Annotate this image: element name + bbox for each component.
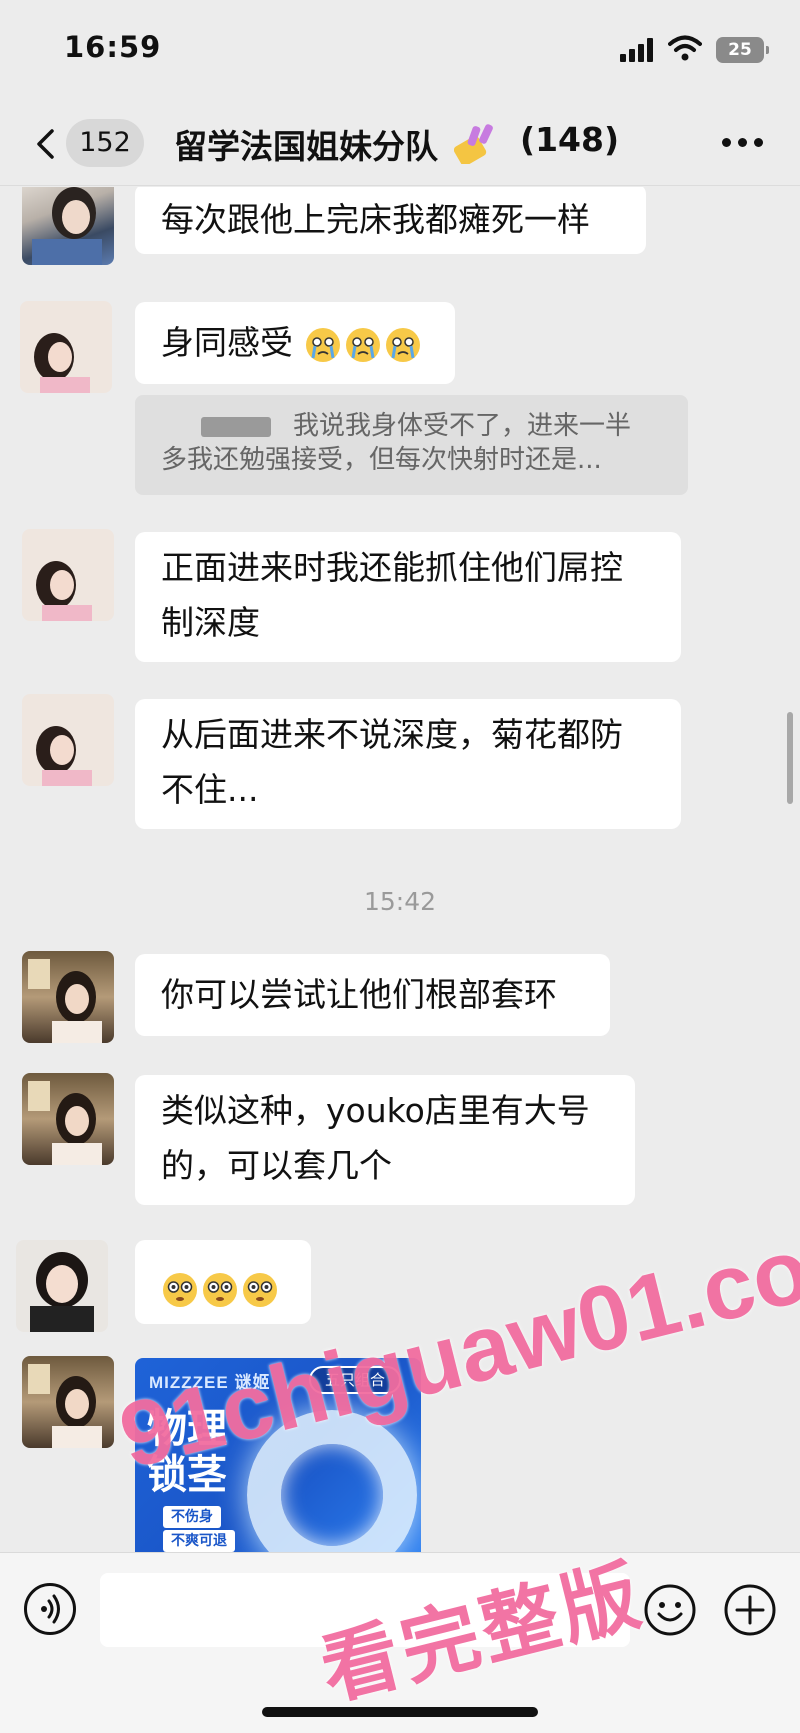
avatar[interactable] [22, 529, 114, 621]
message-text-line-2: 不住... [161, 770, 259, 809]
message-bubble[interactable]: 正面进来时我还能抓住他们屌控 制深度 [135, 532, 681, 662]
message-text-line-2: 制深度 [161, 603, 260, 642]
message-bubble[interactable] [135, 1240, 311, 1324]
product-tag: 不伤身 [163, 1506, 221, 1528]
quoted-message[interactable]: 我说我身体受不了，进来一半 多我还勉强接受，但每次快射时还是... [135, 395, 688, 495]
quote-line-1: 我说我身体受不了，进来一半 [293, 411, 632, 441]
voice-input-icon[interactable] [24, 1583, 76, 1635]
wifi-icon [668, 35, 702, 61]
chat-screen: 16:59 25 152 留学法国姐妹分队 (148) 每次跟他上完床我都瘫死一… [0, 0, 800, 1733]
avatar[interactable] [22, 1356, 114, 1448]
cellular-signal-icon [620, 38, 656, 62]
crying-face-icon [305, 327, 340, 362]
message-text: 你可以尝试让他们根部套环 [161, 975, 557, 1014]
avatar[interactable] [22, 187, 114, 265]
avatar[interactable] [22, 694, 114, 786]
product-tag: 不爽可退 [163, 1530, 235, 1552]
avatar[interactable] [16, 1240, 108, 1332]
message-bubble[interactable]: 你可以尝试让他们根部套环 [135, 954, 610, 1036]
avatar[interactable] [20, 301, 112, 393]
flushed-face-icon [203, 1272, 237, 1307]
message-text-line-1: 从后面进来不说深度，菊花都防 [161, 715, 623, 754]
plus-icon[interactable] [723, 1583, 777, 1637]
message-bubble[interactable]: 从后面进来不说深度，菊花都防 不住... [135, 699, 681, 829]
nav-bar: 152 留学法国姐妹分队 (148) [0, 100, 800, 186]
message-bubble[interactable]: 类似这种，youko店里有大号 的，可以套几个 [135, 1075, 635, 1205]
status-time: 16:59 [64, 30, 162, 64]
message-text-line-2: 的，可以套几个 [161, 1146, 392, 1185]
message-text-line-1: 正面进来时我还能抓住他们屌控 [161, 548, 623, 587]
redacted-name [201, 416, 271, 437]
home-indicator [262, 1707, 538, 1717]
crying-face-icon [385, 327, 420, 362]
flushed-face-icon [163, 1272, 197, 1307]
nail-polish-icon [454, 124, 493, 164]
flushed-face-icon [243, 1272, 277, 1307]
crying-face-icon [345, 327, 380, 362]
message-bubble[interactable]: 每次跟他上完床我都瘫死一样 [135, 187, 646, 254]
status-bar: 16:59 25 [0, 0, 800, 100]
message-text-line-1: 类似这种，youko店里有大号 [161, 1091, 590, 1130]
emoji-icon[interactable] [643, 1583, 697, 1637]
message-bubble[interactable]: 身同感受 [135, 302, 455, 384]
more-options-icon[interactable] [722, 138, 764, 148]
member-count: (148) [520, 120, 620, 159]
timestamp: 15:42 [363, 887, 437, 916]
message-text: 每次跟他上完床我都瘫死一样 [161, 200, 590, 239]
message-text: 身同感受 [161, 323, 293, 362]
quote-line-2: 多我还勉强接受，但每次快射时还是... [161, 445, 602, 475]
avatar[interactable] [22, 951, 114, 1043]
unread-count-badge[interactable]: 152 [66, 119, 144, 167]
avatar[interactable] [22, 1073, 114, 1165]
back-arrow-icon[interactable] [34, 128, 58, 160]
group-title[interactable]: 留学法国姐妹分队 [174, 120, 438, 168]
battery-icon: 25 [716, 37, 769, 63]
